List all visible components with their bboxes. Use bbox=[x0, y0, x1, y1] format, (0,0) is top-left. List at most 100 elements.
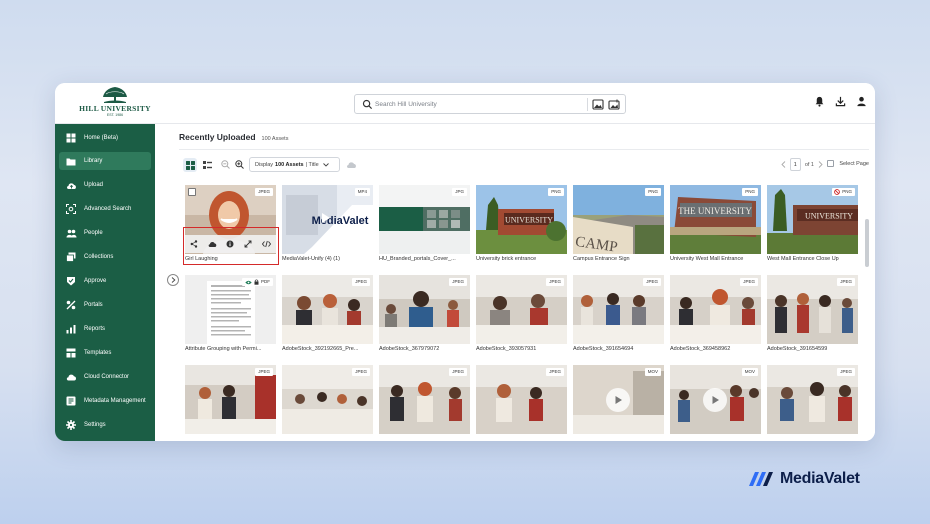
play-button[interactable] bbox=[703, 388, 727, 412]
search-icon bbox=[362, 99, 373, 110]
file-type-badge: JPEG bbox=[837, 278, 855, 286]
play-button[interactable] bbox=[606, 388, 630, 412]
sidebar-item-approve[interactable]: Approve bbox=[59, 272, 151, 290]
display-select[interactable]: Display 100 Assets | Title bbox=[249, 157, 340, 172]
asset-thumbnail[interactable]: UNIVERSITY PNG bbox=[767, 185, 858, 254]
image-upload-search-icon[interactable] bbox=[608, 99, 620, 110]
template-icon bbox=[65, 347, 77, 359]
asset-thumbnail[interactable]: MOV bbox=[573, 365, 664, 434]
asset-thumbnail[interactable]: JPEG bbox=[767, 275, 858, 344]
asset-thumbnail[interactable]: JPEG bbox=[282, 365, 373, 434]
people-icon bbox=[65, 227, 77, 239]
mediavalet-brand: MediaValet bbox=[749, 470, 860, 488]
file-type-badge: MP4 bbox=[354, 188, 370, 196]
sidebar-item-label: Library bbox=[84, 158, 103, 164]
asset-thumbnail[interactable]: JPEG bbox=[282, 275, 373, 344]
zoom-in-icon[interactable] bbox=[235, 160, 244, 169]
file-type-badge: JPEG bbox=[546, 368, 564, 376]
download-icon[interactable] bbox=[835, 96, 846, 107]
bell-icon[interactable] bbox=[814, 96, 825, 107]
sidebar-item-label: Home (Beta) bbox=[84, 135, 119, 141]
page-of-label: of 1 bbox=[804, 161, 814, 168]
file-type-badge: JPEG bbox=[255, 368, 273, 376]
sidebar-item-library[interactable]: Library bbox=[59, 152, 151, 170]
select-page[interactable]: Select Page bbox=[827, 160, 869, 167]
file-type-badge: MOV bbox=[741, 368, 758, 376]
file-type-badge: JPEG bbox=[546, 278, 564, 286]
asset-thumbnail[interactable]: JPEG bbox=[573, 275, 664, 344]
display-sort: | Title bbox=[305, 161, 319, 168]
page-number-input[interactable]: 1 bbox=[789, 158, 801, 171]
sidebar-item-cloud-connector[interactable]: Cloud Connector bbox=[59, 368, 151, 386]
image-search-icon[interactable] bbox=[592, 99, 604, 110]
select-page-checkbox[interactable] bbox=[827, 160, 835, 167]
the-university-thumb-text: THE UNIVERSITY bbox=[678, 206, 752, 216]
asset-name: AdobeStock_392192665_Pre... bbox=[282, 346, 359, 352]
asset-name: University West Mall Entrance bbox=[670, 256, 744, 262]
file-type-badge: JPEG bbox=[643, 278, 661, 286]
header-divider bbox=[179, 149, 869, 150]
asset-thumbnail[interactable]: UNIVERSITY PNG bbox=[476, 185, 567, 254]
eye-icon bbox=[245, 280, 252, 284]
asset-thumbnail[interactable]: MOV bbox=[670, 365, 761, 434]
asset-select-checkbox[interactable] bbox=[188, 188, 196, 196]
asset-thumbnail[interactable]: JPG bbox=[379, 185, 470, 254]
asset-name: AdobeStock_369458962 bbox=[670, 346, 731, 352]
select-page-label: Select Page bbox=[839, 160, 869, 167]
list-view-icon bbox=[202, 160, 212, 169]
asset-thumbnail[interactable]: CAMP PNG bbox=[573, 185, 664, 254]
sidebar-item-label: Collections bbox=[84, 254, 114, 260]
cloud-icon bbox=[65, 371, 77, 383]
asset-thumbnail[interactable]: JPEG bbox=[185, 365, 276, 434]
play-icon bbox=[615, 396, 622, 404]
list-view-button[interactable] bbox=[200, 158, 214, 172]
sidebar-item-reports[interactable]: Reports bbox=[59, 320, 151, 338]
asset-name: AdobeStock_393057931 bbox=[476, 346, 537, 352]
asset-thumbnail[interactable]: JPEG bbox=[379, 275, 470, 344]
asset-thumbnail[interactable]: JPEG bbox=[476, 275, 567, 344]
sidebar-item-upload[interactable]: Upload bbox=[59, 176, 151, 194]
asset-thumbnail[interactable]: JPEG bbox=[670, 275, 761, 344]
file-type-badge: JPEG bbox=[740, 278, 758, 286]
user-icon[interactable] bbox=[856, 96, 867, 107]
play-icon bbox=[712, 396, 719, 404]
sidebar: Home (Beta) Library Upload Advanced Sear… bbox=[55, 124, 155, 441]
metadata-icon bbox=[65, 395, 77, 407]
search-frame-icon bbox=[65, 203, 77, 215]
asset-name: HU_Branded_portals_Cover_... bbox=[379, 256, 456, 262]
sidebar-item-portals[interactable]: Portals bbox=[59, 296, 151, 314]
next-page-icon[interactable] bbox=[818, 161, 823, 168]
asset-thumbnail[interactable]: JPEG bbox=[379, 365, 470, 434]
sidebar-item-people[interactable]: People bbox=[59, 224, 151, 242]
search-input[interactable] bbox=[375, 97, 575, 112]
sidebar-item-metadata-management[interactable]: Metadata Management bbox=[59, 392, 151, 410]
asset-name: AdobeStock_391654599 bbox=[767, 346, 828, 352]
sidebar-item-home[interactable]: Home (Beta) bbox=[59, 129, 151, 147]
grid-view-icon bbox=[185, 160, 195, 170]
prev-page-icon[interactable] bbox=[781, 161, 786, 168]
asset-thumbnail[interactable]: THE UNIVERSITY PNG bbox=[670, 185, 761, 254]
zoom-out-icon[interactable] bbox=[221, 160, 230, 169]
sidebar-item-collections[interactable]: Collections bbox=[59, 248, 151, 266]
grid-view-button[interactable] bbox=[183, 158, 197, 172]
scrollbar[interactable] bbox=[865, 219, 869, 267]
asset-thumbnail[interactable]: MediaValet MP4 bbox=[282, 185, 373, 254]
cloud-upload-icon bbox=[65, 179, 77, 191]
asset-name: Campus Entrance Sign bbox=[573, 256, 630, 262]
asset-thumbnail[interactable]: JPEG bbox=[767, 365, 858, 434]
cloud-download-icon[interactable] bbox=[346, 160, 357, 169]
sidebar-collapse-toggle[interactable] bbox=[167, 274, 179, 286]
gear-icon bbox=[65, 419, 77, 431]
university-logo[interactable]: HILL UNIVERSITY EST. 1986 bbox=[79, 85, 151, 123]
library-toolbar: Display 100 Assets | Title 1 of 1 Select… bbox=[179, 156, 869, 174]
sidebar-item-templates[interactable]: Templates bbox=[59, 344, 151, 362]
asset-thumbnail[interactable]: PDF bbox=[185, 275, 276, 344]
asset-thumbnail[interactable]: JPEG bbox=[476, 365, 567, 434]
asset-name: Attribute Grouping with Permi... bbox=[185, 346, 262, 352]
file-type-badge: JPEG bbox=[837, 368, 855, 376]
chevron-right-icon bbox=[171, 277, 175, 283]
sidebar-item-advanced-search[interactable]: Advanced Search bbox=[59, 200, 151, 218]
brand-name: MediaValet bbox=[780, 470, 860, 487]
sidebar-item-settings[interactable]: Settings bbox=[59, 416, 151, 434]
sidebar-item-label: Portals bbox=[84, 302, 103, 308]
